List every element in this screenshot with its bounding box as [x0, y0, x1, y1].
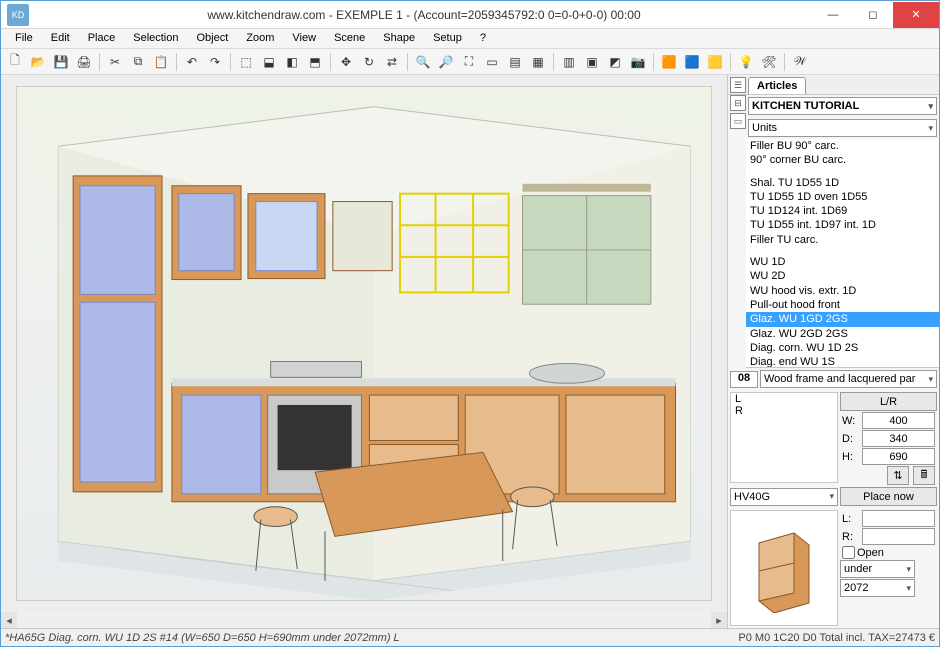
- persp-icon[interactable]: ◩: [605, 52, 625, 72]
- article-preview: [730, 510, 838, 626]
- a2-icon[interactable]: ⬓: [259, 52, 279, 72]
- z2-icon[interactable]: ▤: [505, 52, 525, 72]
- undo-icon[interactable]: ↶: [182, 52, 202, 72]
- menu-setup[interactable]: Setup: [425, 31, 470, 46]
- menu-place[interactable]: Place: [80, 31, 124, 46]
- menu-zoom[interactable]: Zoom: [238, 31, 282, 46]
- open-icon[interactable]: 📂: [28, 52, 48, 72]
- zoomout-icon[interactable]: 🔎: [436, 52, 456, 72]
- cut-icon[interactable]: ✂: [105, 52, 125, 72]
- light-icon[interactable]: 💡: [736, 52, 756, 72]
- w-icon[interactable]: 𝒲: [790, 52, 810, 72]
- list-item[interactable]: Glaz. WU 2GD 2GS: [746, 327, 939, 341]
- zoomin-icon[interactable]: 🔍: [413, 52, 433, 72]
- list-item[interactable]: 90° corner BU carc.: [746, 153, 939, 167]
- app-icon: KD: [7, 4, 29, 26]
- status-right: P0 M0 1C20 D0 Total incl. TAX=27473 €: [738, 632, 935, 644]
- list-item[interactable]: TU 1D55 int. 1D97 int. 1D: [746, 218, 939, 232]
- c1-icon[interactable]: 🟧: [659, 52, 679, 72]
- menu-object[interactable]: Object: [189, 31, 237, 46]
- minimize-button[interactable]: —: [813, 2, 853, 28]
- new-icon[interactable]: 🗋: [5, 52, 25, 72]
- handle-l-input[interactable]: [862, 510, 935, 527]
- side-R-option[interactable]: R: [731, 405, 837, 417]
- list-item[interactable]: Diag. corn. WU 1D 2S: [746, 341, 939, 355]
- mirror-icon[interactable]: ⇄: [382, 52, 402, 72]
- swap-button[interactable]: ⇅: [887, 466, 909, 485]
- horizontal-scrollbar[interactable]: ◂▸: [1, 612, 727, 628]
- z1-icon[interactable]: ▭: [482, 52, 502, 72]
- open-checkbox[interactable]: [842, 546, 855, 559]
- fit-icon[interactable]: ⛶: [459, 52, 479, 72]
- list-item[interactable]: Filler TU carc.: [746, 233, 939, 247]
- list-item[interactable]: Diag. end WU 1S: [746, 355, 939, 368]
- heading-dropdown[interactable]: Units▾: [748, 119, 937, 137]
- maximize-button[interactable]: ◻: [853, 2, 893, 28]
- list-item[interactable]: WU hood vis. extr. 1D: [746, 284, 939, 298]
- mode-dropdown[interactable]: under▾: [840, 560, 915, 578]
- height-input[interactable]: [862, 448, 935, 465]
- 3d-viewport[interactable]: [1, 75, 727, 612]
- window-title: www.kitchendraw.com - EXEMPLE 1 - (Accou…: [35, 8, 813, 22]
- print-icon[interactable]: 🖨: [74, 52, 94, 72]
- menu-file[interactable]: File: [7, 31, 41, 46]
- articles-list[interactable]: ▴▾ Filler BU 90° carc.90° corner BU carc…: [746, 139, 939, 368]
- menu-?[interactable]: ?: [472, 31, 494, 46]
- place-now-button[interactable]: Place now: [840, 487, 937, 506]
- cam-icon[interactable]: 📷: [628, 52, 648, 72]
- elev-icon[interactable]: ▣: [582, 52, 602, 72]
- list-item[interactable]: Filler BU 90° carc.: [746, 139, 939, 153]
- list-item[interactable]: Glaz. WU 1GD 2GS: [746, 312, 939, 326]
- list-item[interactable]: Shal. TU 1D55 1D: [746, 176, 939, 190]
- sidetool-catalog-icon[interactable]: ☰: [730, 77, 746, 93]
- save-icon[interactable]: 💾: [51, 52, 71, 72]
- material-dropdown[interactable]: Wood frame and lacquered par▾: [760, 370, 937, 388]
- close-button[interactable]: ✕: [893, 2, 939, 28]
- menu-edit[interactable]: Edit: [43, 31, 78, 46]
- side-L-option[interactable]: L: [731, 393, 837, 405]
- tab-articles[interactable]: Articles: [748, 77, 806, 94]
- handle-r-input[interactable]: [862, 528, 935, 545]
- list-item[interactable]: TU 1D55 1D oven 1D55: [746, 190, 939, 204]
- redo-icon[interactable]: ↷: [205, 52, 225, 72]
- sidetool-plan-icon[interactable]: ▭: [730, 113, 746, 129]
- catalog-dropdown[interactable]: KITCHEN TUTORIAL▾: [748, 97, 937, 115]
- depth-input[interactable]: [862, 430, 935, 447]
- menu-scene[interactable]: Scene: [326, 31, 373, 46]
- list-item[interactable]: Pull-out hood front: [746, 298, 939, 312]
- status-left: *HA65G Diag. corn. WU 1D 2S #14 (W=650 D…: [5, 632, 400, 644]
- list-item[interactable]: TU 1D124 int. 1D69: [746, 204, 939, 218]
- menu-view[interactable]: View: [284, 31, 324, 46]
- a1-icon[interactable]: ⬚: [236, 52, 256, 72]
- lr-button[interactable]: L/R: [840, 392, 937, 411]
- a4-icon[interactable]: ⬒: [305, 52, 325, 72]
- finish-dropdown[interactable]: HV40G▾: [730, 488, 838, 506]
- cfg-icon[interactable]: 🛠: [759, 52, 779, 72]
- sidetool-tree-icon[interactable]: ⊟: [730, 95, 746, 111]
- plan-icon[interactable]: ▥: [559, 52, 579, 72]
- c2-icon[interactable]: 🟦: [682, 52, 702, 72]
- height-ref-dropdown[interactable]: 2072▾: [840, 579, 915, 597]
- kitchen-render: [17, 87, 712, 601]
- z3-icon[interactable]: ▦: [528, 52, 548, 72]
- calc-button[interactable]: 🖩: [913, 466, 935, 485]
- menu-shape[interactable]: Shape: [375, 31, 423, 46]
- material-code: 08: [730, 371, 758, 388]
- list-item[interactable]: WU 2D: [746, 269, 939, 283]
- copy-icon[interactable]: ⧉: [128, 52, 148, 72]
- paste-icon[interactable]: 📋: [151, 52, 171, 72]
- list-item[interactable]: WU 1D: [746, 255, 939, 269]
- width-input[interactable]: [862, 412, 935, 429]
- move-icon[interactable]: ✥: [336, 52, 356, 72]
- a3-icon[interactable]: ◧: [282, 52, 302, 72]
- menu-selection[interactable]: Selection: [125, 31, 186, 46]
- rotate-icon[interactable]: ↻: [359, 52, 379, 72]
- c3-icon[interactable]: 🟨: [705, 52, 725, 72]
